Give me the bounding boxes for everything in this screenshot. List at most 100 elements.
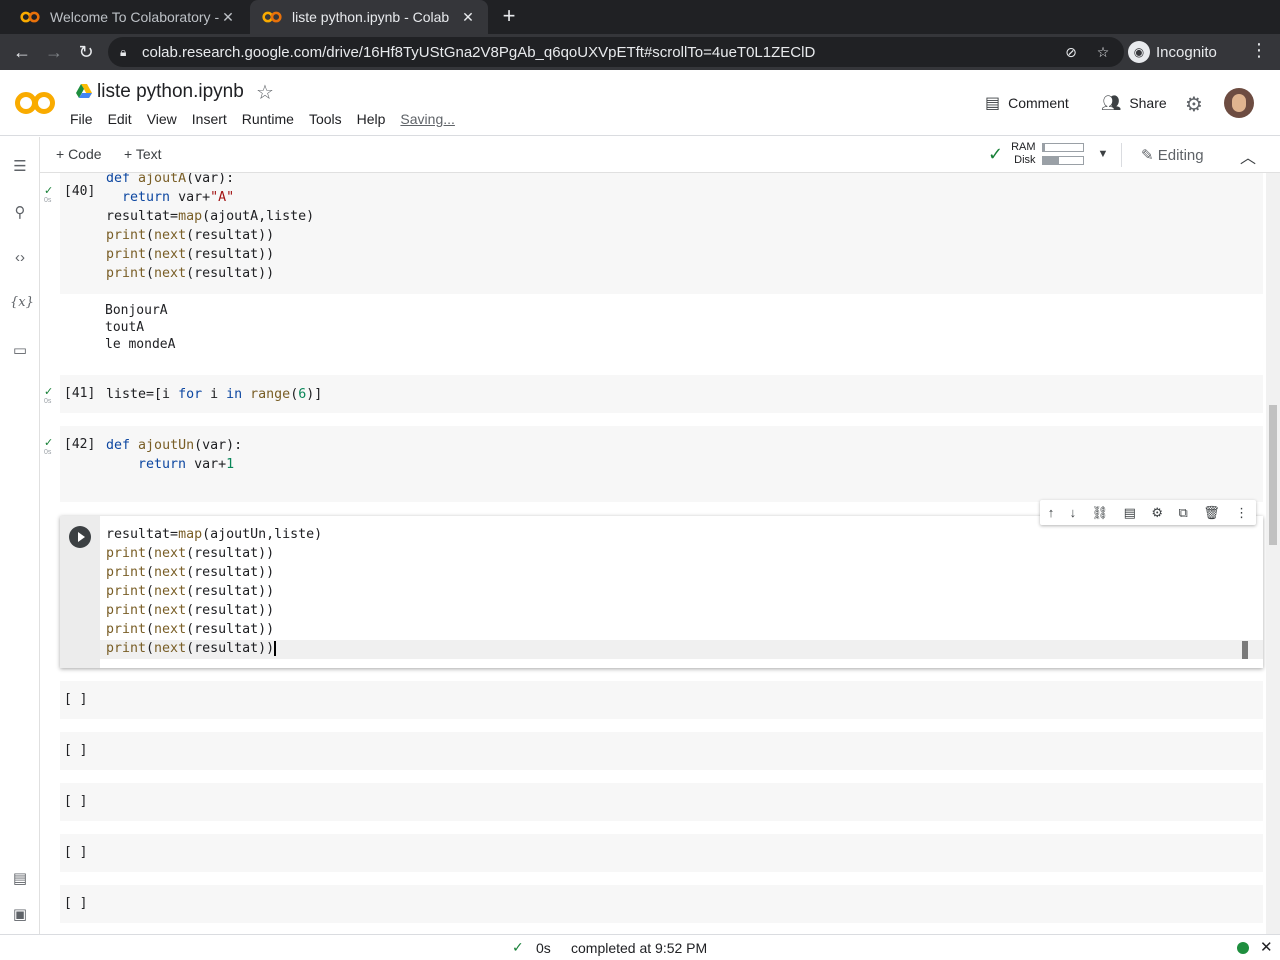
empty-code-cell[interactable]: [ ] xyxy=(60,885,1263,923)
collapse-header-icon[interactable]: ︿ xyxy=(1240,144,1256,168)
close-icon[interactable]: ✕ xyxy=(1260,938,1273,956)
mirror-cell-icon[interactable]: ⧉ xyxy=(1178,505,1187,521)
share-button[interactable]: 👥︎ Share xyxy=(1101,92,1167,114)
comment-icon[interactable]: ▤ xyxy=(1124,505,1136,521)
code-snippets-icon[interactable]: ‹› xyxy=(10,249,30,266)
run-cell-button[interactable] xyxy=(69,526,91,548)
scrollbar-thumb[interactable] xyxy=(1269,405,1277,545)
tab-title: liste python.ipynb - Colab xyxy=(292,9,450,25)
incognito-indicator[interactable]: ◉ Incognito xyxy=(1128,39,1217,65)
cell-toolbar: ↑ ↓ ⛓ ▤ ⚙ ⧉ 🗑︎ ⋮ xyxy=(1040,500,1256,525)
notebook-content: ✓ 0s [40] def ajoutA(var): return var+"A… xyxy=(40,173,1266,934)
menu-insert[interactable]: Insert xyxy=(192,111,227,127)
saving-status[interactable]: Saving... xyxy=(400,111,454,127)
run-time-label: 0s xyxy=(44,449,52,456)
comment-button[interactable]: ▤ Comment xyxy=(985,92,1069,114)
notebook-toolbar: + Code + Text ✓ RAM Disk ▼ ✎ Editing ︿ xyxy=(40,137,1280,173)
cell-code-editor[interactable]: resultat=map(ajoutUn,liste) print(next(r… xyxy=(106,525,322,658)
tab-close-icon[interactable]: ✕ xyxy=(220,9,236,26)
status-message: completed at 9:52 PM xyxy=(571,940,708,956)
move-up-icon[interactable]: ↑ xyxy=(1048,505,1055,520)
menu-help[interactable]: Help xyxy=(357,111,386,127)
more-options-icon[interactable]: ⋮ xyxy=(1235,505,1248,521)
execution-count: [ ] xyxy=(64,794,88,809)
settings-gear-icon[interactable]: ⚙ xyxy=(1185,92,1203,117)
search-icon[interactable]: ⚲ xyxy=(10,203,30,221)
menu-edit[interactable]: Edit xyxy=(108,111,132,127)
incognito-icon: ◉ xyxy=(1128,41,1150,63)
new-tab-button[interactable]: + xyxy=(498,5,520,28)
bookmark-star-icon[interactable]: ☆ xyxy=(1092,44,1114,61)
notebook-title[interactable]: liste python.ipynb xyxy=(97,81,244,103)
delete-icon[interactable]: 🗑︎ xyxy=(1203,505,1220,521)
resources-indicator[interactable]: ✓ RAM Disk ▼ xyxy=(988,141,1108,167)
forward-icon[interactable]: → xyxy=(42,40,66,64)
url-text: colab.research.google.com/drive/16Hf8TyU… xyxy=(142,43,816,61)
tab-liste-python[interactable]: liste python.ipynb - Colab ✕ xyxy=(250,0,488,34)
add-text-button[interactable]: + Text xyxy=(124,146,162,162)
editing-mode-button[interactable]: ✎ Editing xyxy=(1141,146,1204,164)
empty-code-cell[interactable]: [ ] xyxy=(60,732,1263,770)
connected-check-icon: ✓ xyxy=(988,143,1004,164)
tab-welcome[interactable]: Welcome To Colaboratory - ✕ xyxy=(8,0,248,34)
chevron-down-icon[interactable]: ▼ xyxy=(1098,148,1109,160)
colab-header: liste python.ipynb ☆ File Edit View Inse… xyxy=(0,70,1280,136)
code-cell-42[interactable]: ✓ 0s [42] def ajoutUn(var): return var+1 xyxy=(44,426,1263,502)
star-icon[interactable]: ☆ xyxy=(256,80,274,105)
connection-status-icon xyxy=(1237,942,1249,954)
menu-runtime[interactable]: Runtime xyxy=(242,111,294,127)
eye-off-icon[interactable]: ⊘ xyxy=(1060,44,1082,61)
add-code-button[interactable]: + Code xyxy=(56,146,102,162)
variables-icon[interactable]: {x} xyxy=(10,295,34,310)
cell-code[interactable]: liste=[i for i in range(6)] xyxy=(106,385,322,404)
link-icon[interactable]: ⛓ xyxy=(1092,505,1109,521)
empty-code-cell[interactable]: [ ] xyxy=(60,783,1263,821)
comment-label: Comment xyxy=(1008,95,1069,111)
cell-settings-icon[interactable]: ⚙ xyxy=(1151,505,1163,521)
move-down-icon[interactable]: ↓ xyxy=(1070,505,1077,520)
menu-view[interactable]: View xyxy=(147,111,177,127)
execution-count: [ ] xyxy=(64,845,88,860)
cell-code[interactable]: def ajoutUn(var): return var+1 xyxy=(106,436,242,474)
execution-count: [42] xyxy=(64,437,96,452)
terminal-icon[interactable]: ▣ xyxy=(10,905,30,923)
editor-scrollbar[interactable] xyxy=(1242,641,1248,659)
ram-label: RAM xyxy=(1011,141,1036,153)
status-bar: ✓ 0s completed at 9:52 PM ✕ xyxy=(0,934,1280,960)
execution-count: [ ] xyxy=(64,743,88,758)
code-cell-40[interactable]: ✓ 0s [40] def ajoutA(var): return var+"A… xyxy=(44,173,1263,294)
code-cell-41[interactable]: ✓ 0s [41] liste=[i for i in range(6)] xyxy=(44,375,1263,413)
colab-favicon-icon xyxy=(20,11,40,23)
menu-tools[interactable]: Tools xyxy=(309,111,342,127)
divider xyxy=(1121,143,1122,167)
back-icon[interactable]: ← xyxy=(10,40,34,64)
address-bar[interactable]: 🔒︎ colab.research.google.com/drive/16Hf8… xyxy=(108,37,1124,67)
drive-icon[interactable] xyxy=(76,84,92,98)
files-folder-icon[interactable]: ▭ xyxy=(10,341,30,359)
ram-bar xyxy=(1041,143,1084,152)
empty-code-cell[interactable]: [ ] xyxy=(60,834,1263,872)
execution-count: [41] xyxy=(64,386,96,401)
command-palette-icon[interactable]: ▤ xyxy=(10,869,30,887)
menu-bar: File Edit View Insert Runtime Tools Help… xyxy=(70,111,470,127)
tab-close-icon[interactable]: ✕ xyxy=(460,9,476,26)
browser-toolbar: ← → ↻ 🔒︎ colab.research.google.com/drive… xyxy=(0,34,1280,70)
reload-icon[interactable]: ↻ xyxy=(74,40,98,64)
comment-icon: ▤ xyxy=(985,95,1001,112)
table-of-contents-icon[interactable]: ☰ xyxy=(10,157,30,175)
browser-menu-icon[interactable]: ⋮ xyxy=(1250,40,1268,61)
empty-code-cell[interactable]: [ ] xyxy=(60,681,1263,719)
people-icon: 👥︎ xyxy=(1101,95,1122,112)
disk-bar xyxy=(1041,156,1084,165)
run-time-label: 0s xyxy=(44,398,52,405)
cell-code[interactable]: def ajoutA(var): return var+"A" resultat… xyxy=(106,173,314,283)
tab-title: Welcome To Colaboratory - xyxy=(50,9,220,25)
colab-logo-icon[interactable] xyxy=(14,88,56,118)
menu-file[interactable]: File xyxy=(70,111,93,127)
avatar[interactable] xyxy=(1224,88,1254,118)
notebook-scrollbar[interactable] xyxy=(1266,173,1280,934)
active-code-cell[interactable]: resultat=map(ajoutUn,liste) print(next(r… xyxy=(60,516,1263,668)
browser-tab-strip: Welcome To Colaboratory - ✕ liste python… xyxy=(0,0,1280,34)
success-check-icon: ✓ xyxy=(44,437,54,449)
success-check-icon: ✓ xyxy=(44,386,54,398)
